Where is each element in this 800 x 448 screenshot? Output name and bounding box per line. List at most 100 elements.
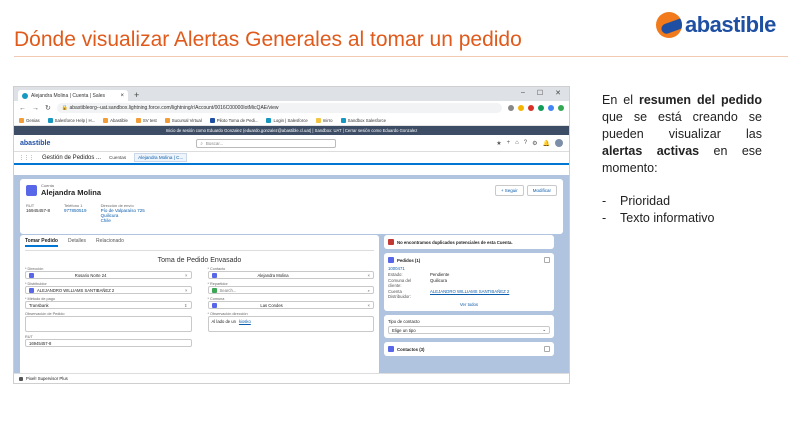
obs-direccion-textarea[interactable]: Al lado de un kiosko (207, 316, 374, 332)
clear-icon[interactable]: × (368, 303, 370, 308)
form-title: Toma de Pedido Envasado (157, 257, 242, 264)
pedidos-title[interactable]: Pedidos (1) (397, 258, 420, 263)
utility-bar: Pixel! Supervisor Plus (14, 373, 569, 383)
utility-item[interactable]: Pixel! Supervisor Plus (26, 376, 68, 381)
notes-paragraph: En el resumen del pedido que se está cre… (602, 93, 762, 175)
avatar[interactable] (555, 139, 563, 147)
browser-tab[interactable]: Alejandra Molina | Cuenta | Sales × (18, 90, 128, 101)
direccion-field[interactable]: Rosario Norte 24 × (25, 271, 192, 279)
chevron-down-icon: ⌄ (542, 327, 546, 332)
url-text: abastibleorg--uat.sandbox.lightning.forc… (69, 105, 279, 111)
comuna-value: Quilicura (430, 278, 447, 283)
global-search-input[interactable]: ⌕ Buscar... (196, 138, 337, 148)
pedidos-card: Pedidos (1) 1000471 Estado: Pendiente Com… (384, 253, 554, 311)
chevron-down-icon[interactable] (544, 346, 550, 352)
list-item: - Texto informativo (602, 211, 715, 225)
comuna-field[interactable]: Las Condes × (207, 301, 374, 309)
contacto-field[interactable]: Alejandra Molina × (207, 271, 374, 279)
ver-todos-link[interactable]: Ver todos (388, 302, 550, 307)
bookmark-item[interactable]: Genias (19, 117, 40, 123)
phone-value[interactable]: 977850519 (64, 208, 87, 213)
abastible-logo: abastible (656, 10, 786, 40)
browser-tabbar: Alejandra Molina | Cuenta | Sales × + – … (14, 87, 569, 101)
maximize-icon[interactable]: ☐ (537, 89, 543, 97)
url-input[interactable]: 🔒 abastibleorg--uat.sandbox.lightning.fo… (56, 103, 502, 113)
account-name: Alejandra Molina (41, 188, 102, 197)
clear-icon[interactable]: × (185, 288, 187, 293)
logo-text: abastible (685, 12, 776, 37)
bookmark-item[interactable]: Salesforce Help | H... (47, 117, 95, 123)
zoom-icon[interactable] (508, 105, 514, 111)
obs-pedido-textarea[interactable] (25, 316, 192, 332)
rut-field[interactable]: 16945457-8 (25, 339, 192, 347)
clear-icon[interactable]: × (185, 273, 187, 278)
contactos-title[interactable]: Contactos (3) (397, 347, 424, 352)
distribuidor-link[interactable]: ALEJANDRO WILLIAMS SANTIBAÑEZ 2 (430, 289, 509, 299)
bookmark-item[interactable]: Login | Salesforce (266, 117, 308, 123)
extension-icon[interactable] (538, 105, 544, 111)
distribuidor-field[interactable]: ALEJANDRO WILLIAMS SANTIBAÑEZ 2 × (25, 286, 192, 294)
tipo-contacto-select[interactable]: Elige un tipo ⌄ (388, 326, 550, 334)
tipo-contacto-card: Tipo de contacto Elige un tipo ⌄ (384, 315, 554, 338)
tab-relacionado[interactable]: Relacionado (96, 238, 124, 247)
order-form: * Dirección Rosario Norte 24 × * Contacto… (25, 267, 374, 347)
forward-icon[interactable]: → (32, 105, 39, 112)
duplicates-message: No encontramos duplicados potenciales de… (397, 239, 513, 245)
reload-icon[interactable]: ↻ (45, 104, 51, 112)
extension-icon[interactable] (548, 105, 554, 111)
bookmark-item[interactable]: Abastible (103, 117, 128, 123)
pedido-link[interactable]: 1000471 (388, 266, 550, 271)
metodo-pago-select[interactable]: Transbank ⇕ (25, 301, 192, 309)
star-icon[interactable] (518, 105, 524, 111)
salesforce-favicon-icon (22, 92, 28, 99)
browser-screenshot: Alejandra Molina | Cuenta | Sales × + – … (13, 86, 570, 384)
extension-icon[interactable] (528, 105, 534, 111)
record-tabs: Tomar Pedido Detalles Relacionado (25, 238, 374, 251)
close-tab-icon[interactable]: × (120, 93, 124, 99)
app-name: Gestión de Pedidos ... (42, 154, 102, 161)
tab-account-record[interactable]: Alejandra Molina | C... (134, 153, 188, 162)
bookmark-item[interactable]: mirro (315, 117, 333, 123)
follow-button[interactable]: + Seguir (494, 185, 524, 196)
add-icon[interactable]: + (507, 140, 511, 146)
favorites-icon[interactable]: ★ (496, 140, 501, 147)
warning-icon (388, 239, 394, 245)
edit-button[interactable]: Modificar (526, 185, 557, 196)
right-sidebar: No encontramos duplicados potenciales de… (384, 235, 554, 375)
tab-tomar-pedido[interactable]: Tomar Pedido (25, 238, 58, 247)
clear-icon[interactable]: × (368, 273, 370, 278)
bookmark-item[interactable]: SV test (135, 117, 157, 123)
profile-avatar[interactable] (558, 105, 564, 111)
back-icon[interactable]: ← (19, 105, 26, 112)
bookmarks-bar: Genias Salesforce Help | H... Abastible … (14, 115, 569, 126)
bookmark-item[interactable]: Piloto Toma de Pedi... (209, 117, 258, 123)
bookmark-item[interactable]: Sucursal Virtual (164, 117, 202, 123)
slide-notes: En el resumen del pedido que se está cre… (602, 92, 762, 227)
sandbox-banner: Inicio de sesión como Eduardo Gonzalez (… (14, 126, 569, 135)
setup-assist-icon[interactable]: ⌂ (515, 140, 519, 146)
tipo-contacto-label: Tipo de contacto (388, 319, 420, 324)
app-launcher-icon[interactable]: ⋮⋮⋮ (19, 155, 34, 161)
logo-mark-icon (656, 12, 682, 38)
extensions (508, 105, 564, 111)
notes-list: - Prioridad - Texto informativo (602, 193, 762, 227)
lock-icon: 🔒 (61, 105, 70, 111)
tab-cuentas[interactable]: Cuentas (109, 155, 126, 160)
bookmark-item[interactable]: Sandbox Salesforce (340, 117, 386, 123)
address-line[interactable]: Chile (101, 218, 145, 223)
address-lookup-icon (29, 272, 34, 278)
tab-detalles[interactable]: Detalles (68, 238, 86, 247)
minimize-icon[interactable]: – (521, 89, 525, 97)
duplicates-card: No encontramos duplicados potenciales de… (384, 235, 554, 249)
repartidor-search-input[interactable]: Search... ⌕ (207, 286, 374, 294)
new-tab-icon[interactable]: + (134, 90, 139, 101)
gear-icon[interactable]: ⚙ (532, 140, 537, 147)
close-window-icon[interactable]: ✕ (555, 89, 561, 97)
chevron-down-icon[interactable] (544, 257, 550, 263)
address-bar-row: ← → ↻ 🔒 abastibleorg--uat.sandbox.lightn… (14, 101, 569, 115)
bell-icon[interactable]: 🔔 (543, 140, 550, 147)
highlight-fields: RUT 16945457-8 Teléfono 1 977850519 Direcc… (26, 203, 557, 223)
phone-icon (19, 376, 23, 381)
help-icon[interactable]: ? (524, 140, 527, 146)
select-arrows-icon: ⇕ (183, 302, 188, 308)
